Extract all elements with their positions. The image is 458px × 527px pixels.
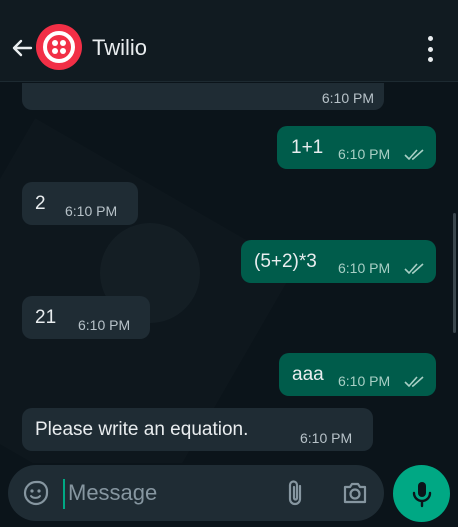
logo-dot (60, 40, 66, 46)
attach-button[interactable] (283, 478, 309, 508)
message-text: 21 (35, 307, 57, 328)
double-check-icon (404, 149, 424, 161)
message-text: Please write an equation. (35, 419, 249, 440)
logo-dot (52, 48, 58, 54)
double-check-icon (404, 376, 424, 388)
message-time: 6:10 PM (78, 317, 131, 333)
message-bubble-incoming[interactable]: 2 6:10 PM (22, 182, 138, 225)
more-options-button[interactable] (418, 36, 442, 62)
message-input[interactable] (68, 477, 268, 509)
message-bubble-incoming[interactable]: 21 6:10 PM (22, 296, 150, 339)
message-bubble-outgoing[interactable]: 1+1 6:10 PM (277, 126, 436, 169)
microphone-icon (412, 481, 431, 507)
voice-message-button[interactable] (393, 465, 450, 522)
sticker-icon (23, 480, 49, 506)
message-time: 6:10 PM (65, 203, 118, 219)
chat-header: Twilio (0, 0, 458, 82)
double-check-icon (404, 263, 424, 275)
message-time: 6:10 PM (338, 373, 391, 389)
message-text: 1+1 (291, 137, 324, 158)
menu-dot (427, 57, 433, 62)
emoji-button[interactable] (22, 479, 50, 507)
message-bubble-outgoing[interactable]: aaa 6:10 PM (279, 353, 436, 396)
avatar[interactable] (36, 24, 82, 70)
message-bubble-incoming[interactable]: Please write an equation. 6:10 PM (22, 408, 373, 451)
contact-name[interactable]: Twilio (92, 35, 147, 61)
message-text: 2 (35, 193, 46, 214)
message-bubble-incoming[interactable]: 6:10 PM (22, 83, 384, 110)
message-text: aaa (292, 364, 324, 385)
arrow-left-icon (12, 39, 33, 57)
message-time: 6:10 PM (300, 430, 353, 446)
message-time: 6:10 PM (338, 260, 391, 276)
message-bubble-outgoing[interactable]: (5+2)*3 6:10 PM (241, 240, 436, 283)
twilio-logo-icon (43, 31, 75, 63)
menu-dot (427, 46, 433, 52)
camera-icon (343, 482, 367, 504)
logo-dot (52, 40, 58, 46)
text-cursor (63, 479, 65, 509)
paperclip-icon (288, 480, 302, 506)
message-time: 6:10 PM (338, 146, 391, 162)
message-composer (8, 465, 384, 521)
logo-dot (60, 48, 66, 54)
more-vertical-icon (427, 36, 433, 41)
scrollbar[interactable] (453, 213, 456, 333)
back-button[interactable] (8, 34, 36, 62)
camera-button[interactable] (341, 480, 369, 506)
message-text: (5+2)*3 (254, 251, 317, 272)
message-time: 6:10 PM (321, 90, 374, 106)
message-list[interactable]: 6:10 PM 1+1 6:10 PM 2 6:10 PM (5+2)*3 6:… (0, 83, 458, 463)
